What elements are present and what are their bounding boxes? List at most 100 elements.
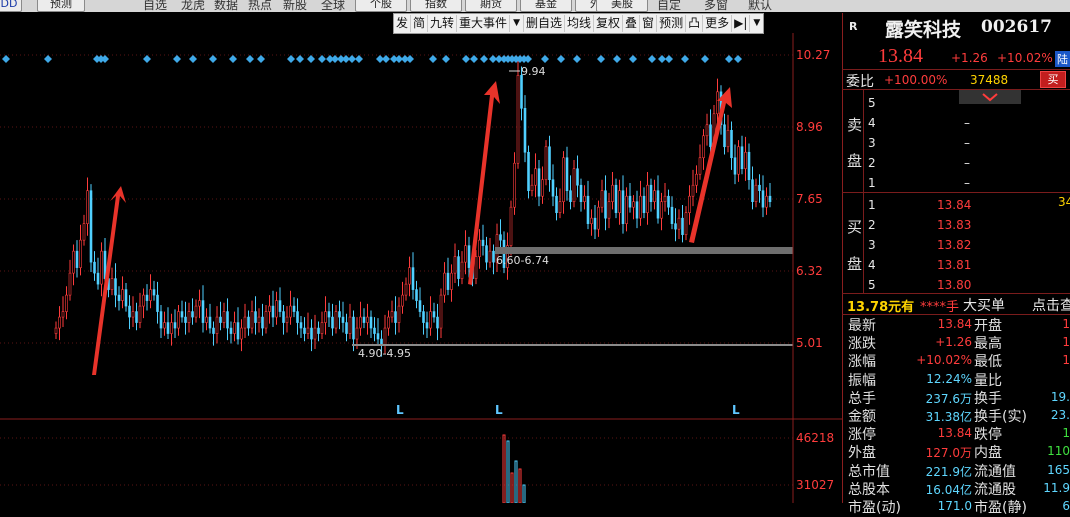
toolbar-events-dropdown-icon[interactable]: ▼ (510, 15, 524, 32)
connect-badge[interactable]: 陆 (1055, 51, 1070, 67)
event-diamond-icon[interactable] (480, 55, 488, 63)
candle (625, 195, 628, 224)
quote-value: 6 (1062, 499, 1070, 513)
tab-index[interactable]: 指数 (410, 0, 462, 12)
menu-data[interactable]: 数据 (214, 0, 238, 12)
stock-code: 002617 (981, 17, 1052, 37)
event-diamond-icon[interactable] (173, 55, 181, 63)
event-diamond-icon[interactable] (524, 55, 532, 63)
toolbar-publish[interactable]: 发 (394, 15, 412, 32)
event-diamond-icon[interactable] (573, 55, 581, 63)
toolbar-major-events[interactable]: 重大事件 (457, 15, 511, 32)
candle (289, 305, 292, 318)
menu-multi-window[interactable]: 多窗 (704, 0, 728, 12)
candle (96, 272, 100, 285)
candle (569, 190, 572, 202)
candle (180, 311, 184, 318)
event-diamond-icon[interactable] (296, 55, 304, 63)
sell-prices: – – – – (964, 113, 970, 193)
event-diamond-icon[interactable] (257, 55, 265, 63)
event-diamond-icon[interactable] (382, 55, 390, 63)
toolbar-window[interactable]: 窗 (640, 15, 658, 32)
menu-dragon-tiger[interactable]: 龙虎 (181, 0, 205, 12)
event-diamond-icon[interactable] (318, 55, 326, 63)
toolbar-overlay[interactable]: 叠 (623, 15, 641, 32)
candle (86, 190, 89, 224)
event-diamond-icon[interactable] (470, 55, 478, 63)
kline-chart[interactable]: 6.60-6.74 4.90-4.95 9.94 L L L 10.27 8.9… (0, 33, 842, 503)
menu-new-stock[interactable]: 新股 (283, 0, 307, 12)
event-diamond-icon[interactable] (307, 55, 315, 63)
buy-level-num: 3 (868, 238, 876, 252)
event-diamond-icon[interactable] (725, 55, 733, 63)
event-diamond-icon[interactable] (597, 55, 605, 63)
event-diamond-icon[interactable] (246, 55, 254, 63)
menu-global[interactable]: 全球 (321, 0, 345, 12)
quote-label: 市盈(静) (974, 500, 1027, 516)
candle (166, 322, 170, 334)
quote-label: 换手(实) (974, 409, 1027, 425)
sell-level-num: 3 (868, 136, 876, 150)
event-diamond-icon[interactable] (681, 55, 689, 63)
event-diamond-icon[interactable] (658, 55, 666, 63)
event-diamond-icon[interactable] (613, 55, 621, 63)
toolbar-adjust[interactable]: 复权 (594, 15, 624, 32)
buy-button[interactable]: 买 (1040, 71, 1066, 88)
event-diamond-icon[interactable] (229, 55, 237, 63)
toolbar-more[interactable]: 更多 (703, 15, 733, 32)
event-diamond-icon[interactable] (429, 55, 437, 63)
quote-panel: R 露笑科技 002617 13.84 +1.26 +10.02% 陆 委比 +… (842, 13, 1070, 516)
candle (366, 316, 369, 323)
resistance-zone-upper (495, 247, 793, 254)
menu-custom[interactable]: 自定 (657, 0, 681, 12)
event-diamond-icon[interactable] (143, 55, 151, 63)
volume-bar (502, 434, 506, 503)
toolbar-dropdown-icon[interactable]: ▼ (750, 15, 763, 32)
event-diamond-icon[interactable] (701, 55, 709, 63)
event-diamond-icon[interactable] (355, 55, 363, 63)
quote-label: 流通股 (974, 481, 1016, 498)
tab-dd[interactable]: DD (0, 0, 22, 12)
event-diamond-icon[interactable] (557, 55, 565, 63)
tab-stock[interactable]: 个股 (355, 0, 407, 12)
collapse-chevron-icon[interactable] (959, 90, 1021, 104)
event-diamond-icon[interactable] (44, 55, 52, 63)
menu-watchlist[interactable]: 自选 (143, 0, 167, 12)
event-diamond-icon[interactable] (287, 55, 295, 63)
event-diamond-icon[interactable] (406, 55, 414, 63)
quote-value: 1 (1062, 426, 1070, 441)
candle (138, 305, 142, 323)
toolbar-simple[interactable]: 简 (411, 15, 429, 32)
menu-hot[interactable]: 热点 (248, 0, 272, 12)
tab-futures[interactable]: 期货 (465, 0, 517, 12)
event-diamond-icon[interactable] (442, 55, 450, 63)
event-diamond-icon[interactable] (348, 55, 356, 63)
candle (194, 305, 198, 318)
event-diamond-icon[interactable] (209, 55, 217, 63)
event-diamond-icon[interactable] (648, 55, 656, 63)
click-check-link[interactable]: 点击查 (1032, 295, 1070, 315)
tab-forecast[interactable]: 预测 (37, 0, 85, 12)
event-diamond-icon[interactable] (189, 55, 197, 63)
buy-levels: 1 2 3 4 5 (868, 195, 876, 295)
candle (614, 184, 618, 213)
menu-default[interactable]: 默认 (748, 0, 772, 12)
event-diamond-icon[interactable] (2, 55, 10, 63)
event-diamond-icon[interactable] (734, 55, 742, 63)
candle (572, 168, 576, 202)
toolbar-remove-watchlist[interactable]: 删自选 (524, 15, 565, 32)
toolbar-moving-average[interactable]: 均线 (565, 15, 595, 32)
candle (530, 184, 534, 192)
toolbar-draw-icon[interactable]: 凸 (686, 15, 704, 32)
tab-funds[interactable]: 基金 (520, 0, 572, 12)
event-diamond-icon[interactable] (665, 55, 673, 63)
sell-label-2: 盘 (847, 152, 863, 170)
toolbar-expand-icon[interactable]: ▶| (732, 15, 751, 32)
tab-us-stocks[interactable]: 美股 (596, 0, 648, 12)
event-diamond-icon[interactable] (462, 55, 470, 63)
event-diamond-icon[interactable] (541, 55, 549, 63)
event-diamond-icon[interactable] (629, 55, 637, 63)
big-order-label: 大买单 (963, 298, 1005, 314)
toolbar-forecast[interactable]: 预测 (657, 15, 687, 32)
toolbar-nine-turn[interactable]: 九转 (428, 15, 458, 32)
